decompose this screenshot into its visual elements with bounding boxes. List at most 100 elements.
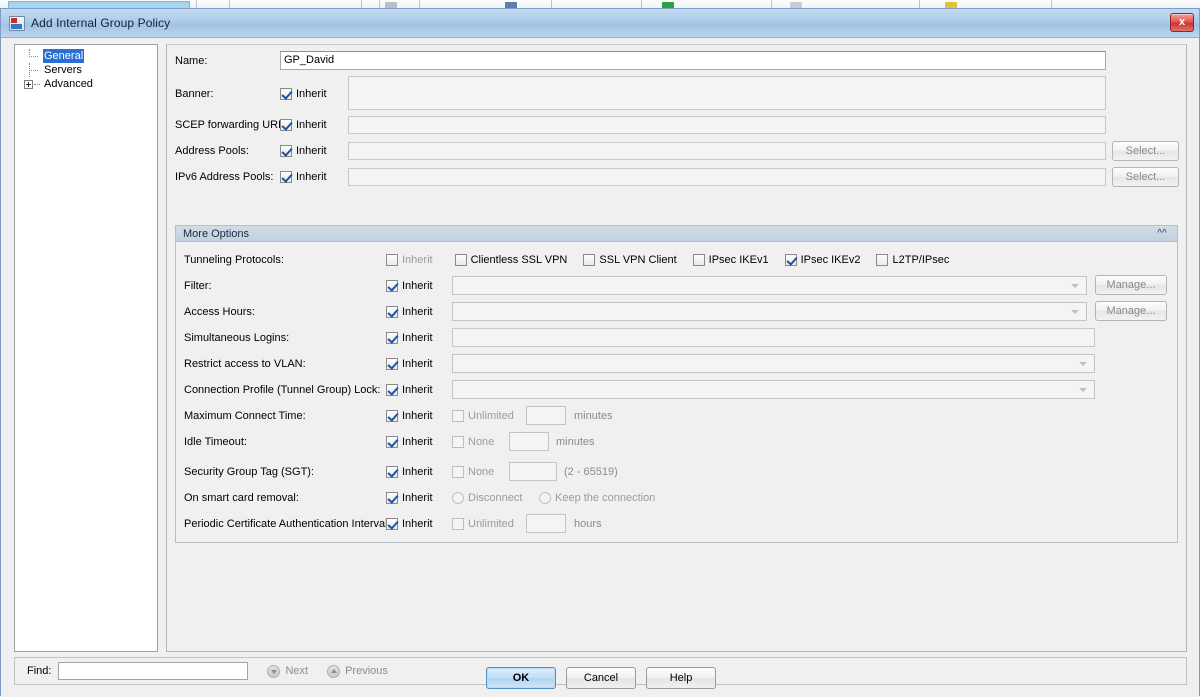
dialog-footer: OK Cancel Help: [1, 659, 1200, 697]
clientless-ssl-vpn-label: Clientless SSL VPN: [470, 254, 568, 266]
simultaneous-logins-label: Simultaneous Logins:: [184, 332, 290, 344]
chevron-down-icon: [1071, 309, 1079, 314]
ipv6-address-pools-input[interactable]: [348, 168, 1106, 186]
smart-card-keep-connection-label: Keep the connection: [555, 492, 656, 504]
ipsec-ikev1-checkbox[interactable]: [692, 254, 705, 266]
row-idle-timeout: Idle Timeout: Inherit None minutes: [184, 430, 1174, 454]
ipv6-address-pools-inherit-checkbox[interactable]: [280, 171, 292, 183]
maximum-connect-time-inherit-checkbox[interactable]: [386, 410, 398, 422]
row-simultaneous-logins: Simultaneous Logins: Inherit: [184, 326, 1174, 350]
periodic-cert-auth-unlimited-checkbox[interactable]: [452, 518, 464, 530]
dialog-body: General Servers Advanced Name: GP_David: [1, 38, 1199, 697]
security-group-tag-inherit-checkbox[interactable]: [386, 466, 398, 478]
periodic-cert-auth-inherit-label: Inherit: [402, 518, 433, 530]
maximum-connect-time-label: Maximum Connect Time:: [184, 410, 306, 422]
name-input[interactable]: GP_David: [280, 51, 1106, 70]
maximum-connect-time-unlimited-checkbox[interactable]: [452, 410, 464, 422]
connection-profile-lock-inherit-label: Inherit: [402, 384, 433, 396]
l2tp-ipsec-checkbox[interactable]: [876, 254, 889, 266]
clientless-ssl-vpn-checkbox[interactable]: [454, 254, 467, 266]
row-address-pools: Address Pools: Inherit Select...: [175, 139, 1185, 163]
banner-textarea[interactable]: [348, 76, 1106, 110]
filter-manage-button[interactable]: Manage...: [1095, 275, 1167, 295]
row-security-group-tag: Security Group Tag (SGT): Inherit None (…: [184, 460, 1174, 484]
ssl-vpn-client-checkbox[interactable]: [583, 254, 596, 266]
tree-connector: [19, 63, 43, 77]
address-pools-select-button[interactable]: Select...: [1112, 141, 1179, 161]
filter-label: Filter:: [184, 280, 212, 292]
address-pools-input[interactable]: [348, 142, 1106, 160]
ipsec-ikev1-label: IPsec IKEv1: [708, 254, 769, 266]
security-group-tag-label: Security Group Tag (SGT):: [184, 466, 315, 478]
filter-combobox[interactable]: [452, 276, 1087, 295]
ipv6-address-pools-select-button[interactable]: Select...: [1112, 167, 1179, 187]
tunneling-inherit-checkbox[interactable]: [386, 254, 398, 266]
maximum-connect-time-input[interactable]: [526, 406, 566, 425]
scep-forwarding-url-input[interactable]: [348, 116, 1106, 134]
row-banner: Banner: Inherit: [175, 75, 1175, 113]
expand-plus-icon[interactable]: [24, 80, 33, 89]
tree-item-advanced[interactable]: Advanced: [19, 77, 94, 91]
idle-timeout-input[interactable]: [509, 432, 549, 451]
periodic-cert-auth-input[interactable]: [526, 514, 566, 533]
smart-card-disconnect-radio[interactable]: [452, 492, 464, 504]
row-access-hours: Access Hours: Inherit Manage...: [184, 300, 1174, 324]
security-group-tag-input[interactable]: [509, 462, 557, 481]
periodic-cert-auth-unlimited-label: Unlimited: [468, 518, 514, 530]
help-button[interactable]: Help: [646, 667, 716, 689]
tunneling-protocols-label: Tunneling Protocols:: [184, 254, 284, 266]
smart-card-disconnect-label: Disconnect: [468, 492, 523, 504]
row-filter: Filter: Inherit Manage...: [184, 274, 1174, 298]
security-group-tag-none-checkbox[interactable]: [452, 466, 464, 478]
address-pools-inherit-checkbox[interactable]: [280, 145, 292, 157]
row-restrict-access-to-vlan: Restrict access to VLAN: Inherit: [184, 352, 1174, 376]
tree-expander[interactable]: [19, 77, 43, 91]
restrict-vlan-combobox[interactable]: [452, 354, 1095, 373]
row-ipv6-address-pools: IPv6 Address Pools: Inherit Select...: [175, 165, 1185, 189]
access-hours-manage-button[interactable]: Manage...: [1095, 301, 1167, 321]
banner-inherit-checkbox[interactable]: [280, 88, 292, 100]
simultaneous-logins-inherit-label: Inherit: [402, 332, 433, 344]
access-hours-label: Access Hours:: [184, 306, 255, 318]
ipsec-ikev2-checkbox[interactable]: [784, 254, 797, 266]
name-label: Name:: [175, 55, 208, 67]
idle-timeout-label: Idle Timeout:: [184, 436, 247, 448]
row-maximum-connect-time: Maximum Connect Time: Inherit Unlimited …: [184, 404, 1174, 428]
idle-timeout-inherit-checkbox[interactable]: [386, 436, 398, 448]
periodic-cert-auth-inherit-checkbox[interactable]: [386, 518, 398, 530]
connection-profile-lock-inherit-checkbox[interactable]: [386, 384, 398, 396]
connection-profile-lock-label: Connection Profile (Tunnel Group) Lock:: [184, 384, 381, 396]
tree-item-general[interactable]: General: [19, 49, 85, 63]
maximum-connect-time-inherit-label: Inherit: [402, 410, 433, 422]
ipsec-ikev2-label: IPsec IKEv2: [800, 254, 861, 266]
ssl-vpn-client-label: SSL VPN Client: [599, 254, 677, 266]
row-tunneling-protocols: Tunneling Protocols: Inherit Clientless …: [184, 248, 1164, 272]
connection-profile-lock-combobox[interactable]: [452, 380, 1095, 399]
maximum-connect-time-unlimited-label: Unlimited: [468, 410, 514, 422]
smart-card-removal-label: On smart card removal:: [184, 492, 299, 504]
add-internal-group-policy-dialog: Add Internal Group Policy x General Serv…: [0, 8, 1200, 697]
row-scep-forwarding-url: SCEP forwarding URL: Inherit: [175, 113, 1175, 137]
tree-item-servers-label: Servers: [44, 64, 82, 76]
access-hours-combobox[interactable]: [452, 302, 1087, 321]
ipv6-address-pools-inherit-label: Inherit: [296, 171, 327, 183]
tree-item-servers[interactable]: Servers: [19, 63, 83, 77]
chevron-double-up-icon[interactable]: ^^: [1155, 227, 1169, 240]
simultaneous-logins-inherit-checkbox[interactable]: [386, 332, 398, 344]
cancel-button[interactable]: Cancel: [566, 667, 636, 689]
smart-card-keep-connection-radio[interactable]: [539, 492, 551, 504]
close-icon[interactable]: x: [1170, 13, 1194, 32]
smart-card-removal-inherit-checkbox[interactable]: [386, 492, 398, 504]
filter-inherit-checkbox[interactable]: [386, 280, 398, 292]
navigation-tree[interactable]: General Servers Advanced: [14, 44, 158, 652]
idle-timeout-none-checkbox[interactable]: [452, 436, 464, 448]
dialog-title: Add Internal Group Policy: [31, 16, 171, 30]
more-options-header[interactable]: More Options ^^: [176, 226, 1177, 242]
security-group-tag-inherit-label: Inherit: [402, 466, 433, 478]
ok-button[interactable]: OK: [486, 667, 556, 689]
simultaneous-logins-input[interactable]: [452, 328, 1095, 347]
idle-timeout-inherit-label: Inherit: [402, 436, 433, 448]
scep-inherit-checkbox[interactable]: [280, 119, 292, 131]
access-hours-inherit-checkbox[interactable]: [386, 306, 398, 318]
restrict-vlan-inherit-checkbox[interactable]: [386, 358, 398, 370]
